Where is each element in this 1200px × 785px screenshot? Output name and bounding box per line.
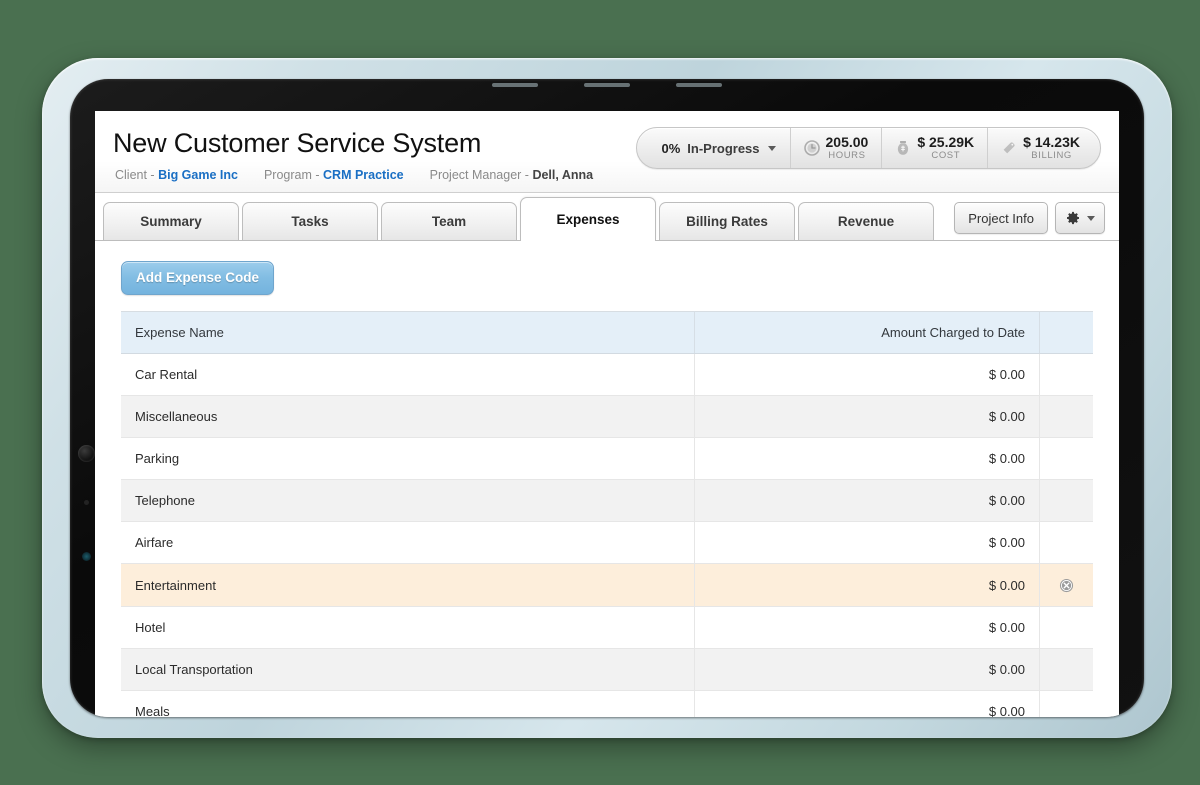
chevron-down-icon <box>767 145 776 151</box>
progress-percent: 0% <box>661 140 681 156</box>
meta-client: Client - Big Game Inc <box>115 168 238 182</box>
expenses-table-body: Car Rental $ 0.00 Miscellaneous $ 0.00 Parki… <box>121 353 1093 717</box>
table-row[interactable]: Entertainment $ 0.00 <box>121 563 1093 608</box>
meta-program-label: Program - <box>263 168 324 182</box>
gear-icon <box>1065 210 1081 226</box>
cell-amount-charged: $ 0.00 <box>694 395 1041 438</box>
sensor-dot-icon <box>84 500 89 505</box>
table-row[interactable]: Airfare $ 0.00 <box>121 521 1093 564</box>
breadcrumb: Client - Big Game Inc Program - CRM Prac… <box>113 159 593 192</box>
add-expense-code-button[interactable]: Add Expense Code <box>121 261 275 295</box>
table-row[interactable]: Telephone $ 0.00 <box>121 479 1093 522</box>
cell-actions <box>1039 479 1093 522</box>
meta-program-value[interactable]: CRM Practice <box>323 168 404 182</box>
clock-icon <box>803 140 820 156</box>
tab-team[interactable]: Team <box>381 202 517 240</box>
cell-actions <box>1039 648 1093 692</box>
speaker-grille <box>472 82 742 87</box>
stat-cost-label: COST <box>931 150 961 162</box>
tablet-bezel: New Customer Service System Client - Big… <box>70 79 1144 717</box>
cell-expense-name: Hotel <box>121 606 695 650</box>
cell-amount-charged: $ 0.00 <box>694 648 1041 692</box>
table-row[interactable]: Meals $ 0.00 <box>121 690 1093 717</box>
cell-actions <box>1039 606 1093 650</box>
cell-expense-name: Meals <box>121 690 695 717</box>
column-header-amount[interactable]: Amount Charged to Date <box>694 311 1041 354</box>
stat-billing-value: $ 14.23K <box>1023 133 1080 150</box>
status-label: In-Progress <box>687 140 760 156</box>
cell-amount-charged: $ 0.00 <box>694 606 1041 650</box>
table-row[interactable]: Miscellaneous $ 0.00 <box>121 395 1093 438</box>
meta-client-value[interactable]: Big Game Inc <box>158 168 238 182</box>
stat-cost: $ 25.29K COST <box>882 128 989 168</box>
meta-program: Program - CRM Practice <box>264 168 404 182</box>
meta-client-label: Client - <box>115 168 159 182</box>
cell-expense-name: Miscellaneous <box>121 395 695 438</box>
stat-hours-label: HOURS <box>828 150 866 162</box>
cell-expense-name: Airfare <box>121 521 695 564</box>
tab-expenses[interactable]: Expenses <box>520 197 656 241</box>
cell-actions <box>1039 437 1093 480</box>
tag-icon <box>1001 140 1017 156</box>
cell-expense-name: Entertainment <box>121 563 695 608</box>
status-dropdown[interactable]: 0% In-Progress <box>637 128 791 168</box>
meta-pm-value: Dell, Anna <box>532 168 594 182</box>
cell-amount-charged: $ 0.00 <box>694 521 1041 564</box>
stat-cost-value: $ 25.29K <box>917 133 975 150</box>
chevron-down-icon <box>1087 215 1095 221</box>
app-header: New Customer Service System Client - Big… <box>95 111 1119 193</box>
meta-project-manager: Project Manager - Dell, Anna <box>430 168 594 182</box>
cell-actions <box>1039 395 1093 438</box>
cell-expense-name: Local Transportation <box>121 648 695 692</box>
table-row[interactable]: Car Rental $ 0.00 <box>121 353 1093 396</box>
camera-icon <box>78 445 95 462</box>
cell-amount-charged: $ 0.00 <box>694 479 1041 522</box>
tab-summary[interactable]: Summary <box>103 202 239 240</box>
project-stats-pill: 0% In-Progress 205.00 HOURS $ 25.29K COS… <box>636 127 1101 169</box>
tab-billing-rates[interactable]: Billing Rates <box>659 202 795 240</box>
cell-amount-charged: $ 0.00 <box>694 690 1041 717</box>
page-title: New Customer Service System <box>113 128 482 158</box>
table-row[interactable]: Hotel $ 0.00 <box>121 606 1093 650</box>
stat-billing-label: BILLING <box>1031 150 1072 162</box>
tablet-screen: New Customer Service System Client - Big… <box>95 111 1119 717</box>
stat-billing: $ 14.23K BILLING <box>988 128 1100 168</box>
status-led-icon <box>82 552 91 561</box>
project-info-button[interactable]: Project Info <box>954 202 1048 234</box>
table-row[interactable]: Local Transportation $ 0.00 <box>121 648 1093 692</box>
tab-bar: Summary Tasks Team Expenses Billing Rate… <box>95 193 1119 241</box>
tab-tasks[interactable]: Tasks <box>242 202 378 240</box>
table-header-row: Expense Name Amount Charged to Date <box>121 311 1093 354</box>
stat-hours-value: 205.00 <box>825 133 869 150</box>
cell-actions <box>1039 563 1093 608</box>
cell-amount-charged: $ 0.00 <box>694 353 1041 396</box>
meta-pm-label: Project Manager - <box>429 168 533 182</box>
expenses-panel: Add Expense Code Expense Name Amount Cha… <box>95 241 1119 717</box>
cell-amount-charged: $ 0.00 <box>694 437 1041 480</box>
cell-expense-name: Car Rental <box>121 353 695 396</box>
settings-menu-button[interactable] <box>1055 202 1105 234</box>
tablet-frame: New Customer Service System Client - Big… <box>42 58 1172 738</box>
cell-expense-name: Parking <box>121 437 695 480</box>
tab-revenue[interactable]: Revenue <box>798 202 934 240</box>
money-bag-icon <box>895 140 911 156</box>
cell-expense-name: Telephone <box>121 479 695 522</box>
column-header-expense-name[interactable]: Expense Name <box>121 311 695 354</box>
delete-circle-icon[interactable] <box>1059 578 1074 593</box>
stat-hours: 205.00 HOURS <box>791 128 883 168</box>
cell-amount-charged: $ 0.00 <box>694 563 1041 608</box>
device-stage: New Customer Service System Client - Big… <box>0 0 1200 785</box>
column-header-actions <box>1039 311 1093 354</box>
cell-actions <box>1039 521 1093 564</box>
expenses-table: Expense Name Amount Charged to Date Car … <box>121 311 1093 717</box>
cell-actions <box>1039 690 1093 717</box>
table-row[interactable]: Parking $ 0.00 <box>121 437 1093 480</box>
cell-actions <box>1039 353 1093 396</box>
